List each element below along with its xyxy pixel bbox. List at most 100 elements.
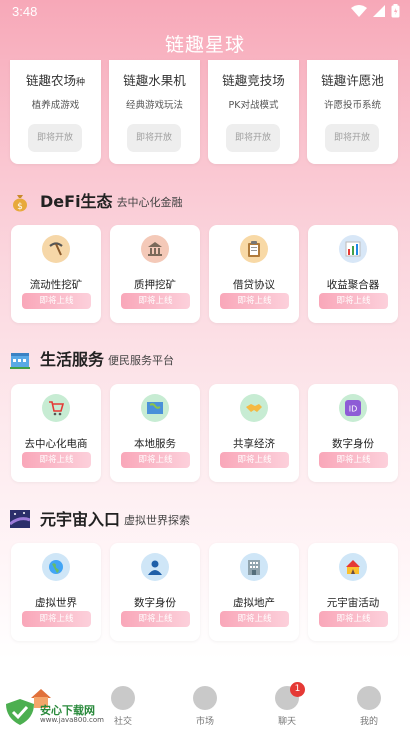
coming-soon-button[interactable]: 即将开放 — [28, 124, 82, 152]
status-time: 3:48 — [12, 4, 38, 19]
wifi-icon — [351, 5, 367, 17]
section-header-metaverse: 元宇宙入口 虚拟世界探索 — [9, 506, 191, 530]
feature-label: 本地服务 — [134, 438, 176, 450]
coming-soon-button[interactable]: 即将上线 — [121, 452, 190, 468]
shield-logo-icon — [6, 699, 34, 725]
feature-label: 共享经济 — [233, 438, 275, 450]
coming-soon-button[interactable]: 即将上线 — [121, 611, 190, 627]
section-title: 元宇宙入口 — [40, 510, 121, 529]
watermark: 安心下载网 www.java800.com — [4, 688, 108, 728]
handshake-icon — [240, 394, 268, 422]
game-card-arena[interactable]: 链趣竞技场 PK对战模式 即将开放 — [208, 60, 299, 164]
person-icon — [141, 553, 169, 581]
coming-soon-button[interactable]: 即将上线 — [22, 452, 91, 468]
section-title: 生活服务 — [40, 350, 105, 369]
defi-grid: 流动性挖矿 即将上线 质押挖矿 即将上线 借贷协议 即将上线 收益聚合器 即将上… — [11, 225, 401, 323]
feature-label: 数字身份 — [134, 597, 176, 609]
life-card-sharing-economy[interactable]: 共享经济 即将上线 — [209, 384, 299, 482]
svg-text:ID: ID — [349, 405, 358, 414]
building-icon — [240, 553, 268, 581]
game-name: 链趣农场种 — [25, 73, 86, 88]
id-badge-icon: ID — [339, 394, 367, 422]
nav-item-profile[interactable]: 我的 — [344, 686, 394, 727]
coming-soon-button[interactable]: 即将上线 — [319, 293, 388, 309]
game-card-fruit-machine[interactable]: 链趣水果机 经典游戏玩法 即将开放 — [109, 60, 200, 164]
battery-icon — [391, 4, 400, 18]
section-header-defi: $ DeFi生态 去中心化金融 — [10, 188, 183, 212]
coming-soon-button[interactable]: 即将上线 — [220, 293, 289, 309]
feature-label: 虚拟地产 — [233, 597, 275, 609]
coming-soon-button[interactable]: 即将上线 — [22, 611, 91, 627]
life-card-ecommerce[interactable]: 去中心化电商 即将上线 — [11, 384, 101, 482]
nav-label: 市场 — [195, 717, 214, 727]
meta-card-digital-identity[interactable]: 数字身份 即将上线 — [110, 543, 200, 641]
game-desc: 植养成游戏 — [31, 100, 80, 111]
game-desc: PK对战模式 — [228, 100, 279, 111]
coming-soon-button[interactable]: 即将上线 — [220, 611, 289, 627]
coming-soon-button[interactable]: 即将开放 — [325, 124, 379, 152]
feature-label: 元宇宙活动 — [326, 597, 380, 609]
cityscape-icon — [10, 350, 32, 370]
meta-card-metaverse-events[interactable]: 元宇宙活动 即将上线 — [308, 543, 398, 641]
status-bar: 3:48 — [0, 0, 410, 24]
section-header-life: 生活服务 便民服务平台 — [10, 346, 174, 370]
coming-soon-button[interactable]: 即将开放 — [127, 124, 181, 152]
nav-item-market[interactable]: 市场 — [180, 686, 230, 727]
game-name: 链趣许愿池 — [321, 73, 384, 88]
feature-label: 借贷协议 — [233, 279, 275, 291]
game-name: 链趣水果机 — [123, 73, 186, 88]
watermark-url: www.java800.com — [40, 716, 104, 724]
game-card-wishing-pool[interactable]: 链趣许愿池 许愿投币系统 即将开放 — [307, 60, 398, 164]
svg-text:$: $ — [17, 202, 23, 212]
coming-soon-button[interactable]: 即将上线 — [319, 611, 388, 627]
profile-icon — [357, 686, 381, 710]
coming-soon-button[interactable]: 即将上线 — [22, 293, 91, 309]
feature-label: 数字身份 — [332, 438, 374, 450]
pickaxe-icon — [42, 235, 70, 263]
game-name: 链趣竞技场 — [222, 73, 285, 88]
bank-icon — [141, 235, 169, 263]
unread-badge: 1 — [290, 682, 305, 697]
social-icon — [111, 686, 135, 710]
section-subtitle: 去中心化金融 — [116, 196, 183, 209]
feature-label: 虚拟世界 — [35, 597, 77, 609]
nav-label: 聊天 — [277, 717, 296, 727]
section-subtitle: 虚拟世界探索 — [124, 514, 191, 527]
games-row: 链趣农场种 植养成游戏 即将开放 链趣水果机 经典游戏玩法 即将开放 链趣竞技场… — [10, 60, 402, 164]
signal-icon — [373, 5, 385, 17]
defi-card-liquidity-mining[interactable]: 流动性挖矿 即将上线 — [11, 225, 101, 323]
coming-soon-button[interactable]: 即将上线 — [220, 452, 289, 468]
market-icon — [193, 686, 217, 710]
defi-card-lending-protocol[interactable]: 借贷协议 即将上线 — [209, 225, 299, 323]
game-desc: 经典游戏玩法 — [125, 100, 183, 111]
feature-label: 流动性挖矿 — [29, 279, 83, 291]
status-icons — [351, 4, 400, 18]
section-subtitle: 便民服务平台 — [108, 354, 175, 367]
money-bag-icon: $ — [10, 192, 32, 212]
globe-icon — [42, 553, 70, 581]
nav-label: 我的 — [359, 717, 378, 727]
game-card-farm[interactable]: 链趣农场种 植养成游戏 即将开放 — [10, 60, 101, 164]
meta-card-virtual-estate[interactable]: 虚拟地产 即将上线 — [209, 543, 299, 641]
coming-soon-button[interactable]: 即将上线 — [319, 452, 388, 468]
app-title: 链趣星球 — [164, 34, 245, 56]
metaverse-grid: 虚拟世界 即将上线 数字身份 即将上线 虚拟地产 即将上线 元宇宙活动 即将上线 — [11, 543, 401, 641]
coming-soon-button[interactable]: 即将开放 — [226, 124, 280, 152]
map-icon — [141, 394, 169, 422]
nav-item-chat[interactable]: 1 聊天 — [262, 682, 312, 727]
defi-card-staking-mining[interactable]: 质押挖矿 即将上线 — [110, 225, 200, 323]
life-card-digital-identity[interactable]: ID 数字身份 即将上线 — [308, 384, 398, 482]
section-title: DeFi生态 — [40, 192, 113, 211]
feature-label: 质押挖矿 — [134, 279, 176, 291]
circus-tent-icon — [339, 553, 367, 581]
life-grid: 去中心化电商 即将上线 本地服务 即将上线 共享经济 即将上线 ID 数字身份 … — [11, 384, 401, 482]
feature-label: 收益聚合器 — [326, 279, 380, 291]
life-card-local-services[interactable]: 本地服务 即将上线 — [110, 384, 200, 482]
coming-soon-button[interactable]: 即将上线 — [121, 293, 190, 309]
shopping-cart-icon — [42, 394, 70, 422]
clipboard-icon — [240, 235, 268, 263]
defi-card-yield-aggregator[interactable]: 收益聚合器 即将上线 — [308, 225, 398, 323]
bar-chart-icon — [339, 235, 367, 263]
meta-card-virtual-world[interactable]: 虚拟世界 即将上线 — [11, 543, 101, 641]
night-sky-icon — [9, 510, 32, 530]
